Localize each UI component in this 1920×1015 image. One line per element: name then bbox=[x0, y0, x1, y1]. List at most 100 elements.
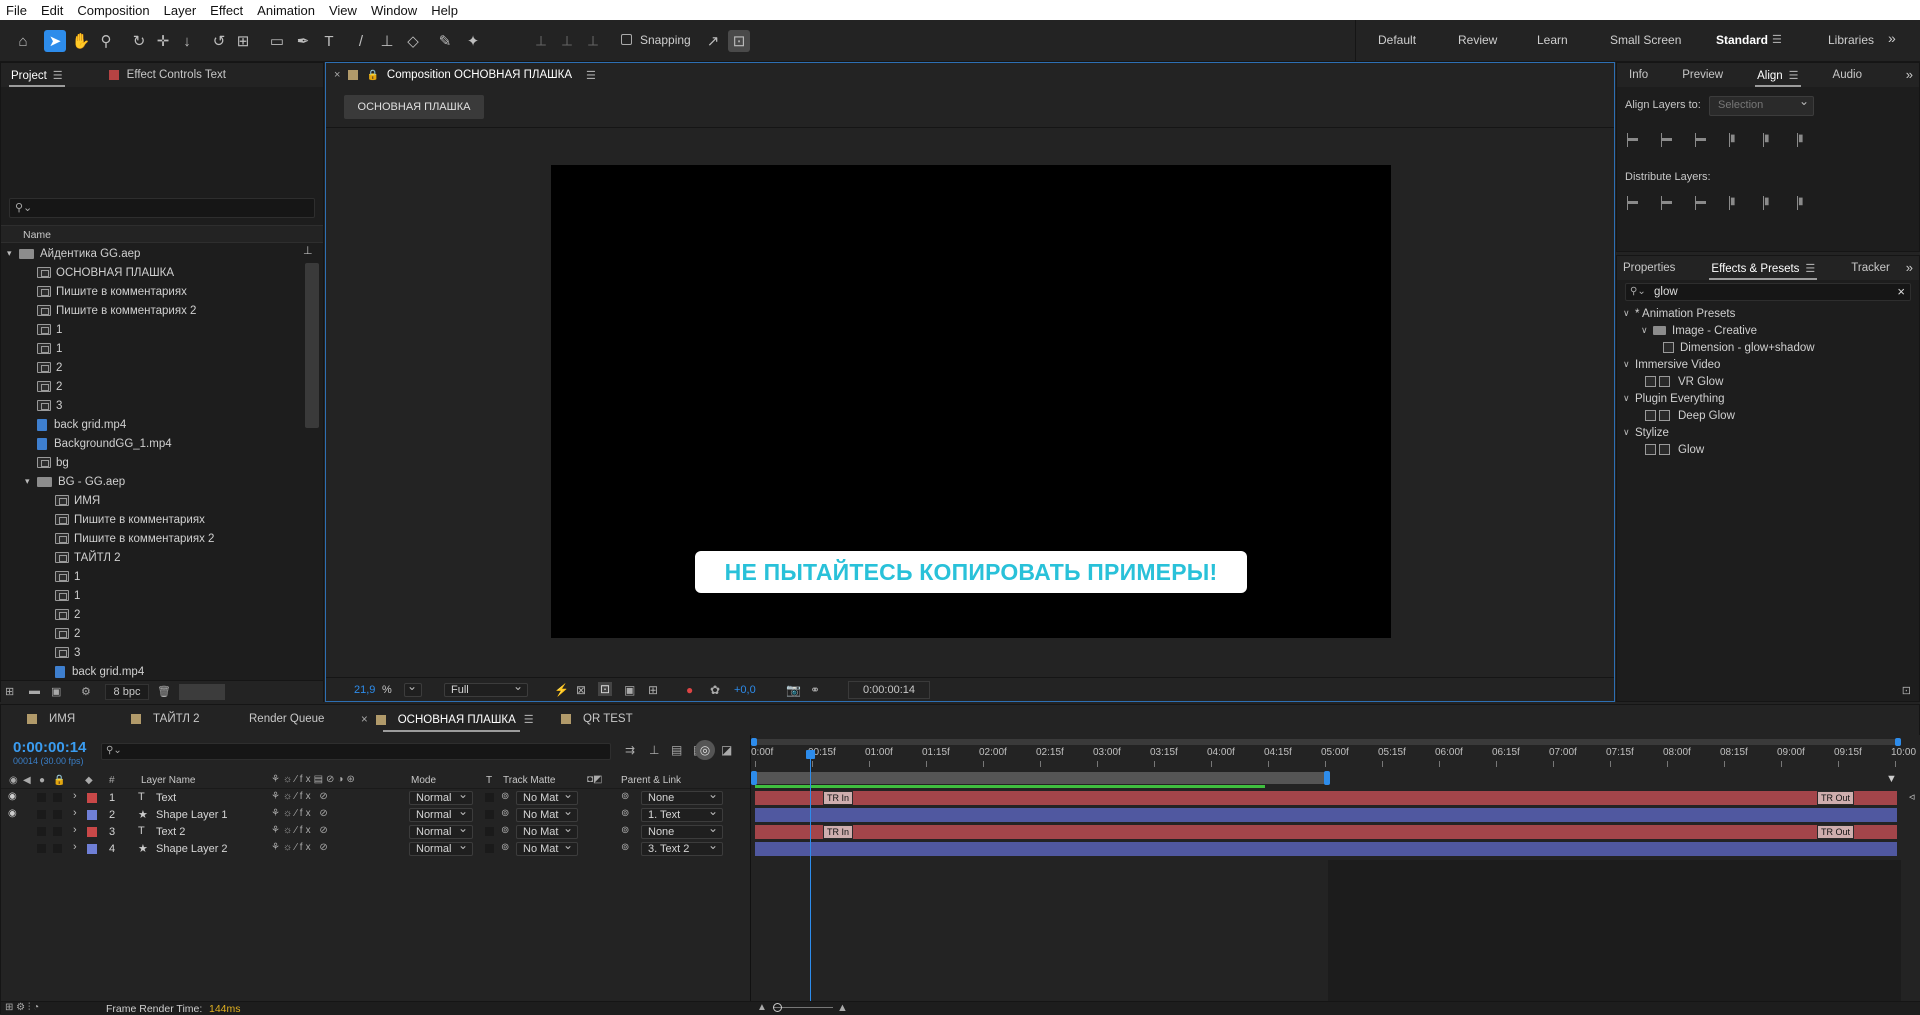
project-item[interactable]: 1 bbox=[1, 586, 301, 605]
project-item[interactable]: ОСНОВНАЯ ПЛАШКА bbox=[1, 263, 301, 282]
axis-world-icon[interactable]: ⟂ bbox=[556, 30, 578, 52]
menu-item-composition[interactable]: Composition bbox=[77, 3, 149, 18]
matte-link-icon[interactable]: ⊚ bbox=[501, 842, 509, 853]
time-navigator[interactable] bbox=[751, 738, 1901, 746]
expand-triangle-icon[interactable]: › bbox=[73, 807, 77, 819]
panel-menu-icon[interactable]: ☰ bbox=[586, 69, 596, 82]
align-top-icon[interactable]: ▮ bbox=[1729, 133, 1743, 147]
parent-dropdown[interactable]: None bbox=[641, 822, 723, 839]
distribute-left-icon[interactable]: ▮ bbox=[1729, 196, 1743, 210]
project-item[interactable]: ТАЙТЛ 2 bbox=[1, 548, 301, 567]
track-matte-dropdown[interactable]: No Mat bbox=[516, 805, 578, 822]
project-item[interactable]: Пишите в комментариях bbox=[1, 282, 301, 301]
project-scrollbar[interactable] bbox=[305, 263, 319, 428]
disclosure-triangle-icon[interactable]: ∨ bbox=[1623, 427, 1633, 438]
mode-dropdown[interactable]: Normal bbox=[409, 788, 473, 805]
layer-name[interactable]: Text 2 bbox=[156, 826, 185, 838]
rectangle-tool-icon[interactable]: ▭ bbox=[266, 30, 288, 52]
distribute-horizontal-center-icon[interactable]: ▮ bbox=[1763, 196, 1777, 210]
axis-local-icon[interactable]: ⟂ bbox=[530, 30, 552, 52]
zoom-dropdown[interactable] bbox=[404, 680, 422, 697]
new-folder-icon[interactable]: ▬ bbox=[29, 685, 40, 697]
project-item[interactable]: back grid.mp4 bbox=[1, 662, 301, 679]
parent-dropdown[interactable]: 1. Text bbox=[641, 805, 723, 822]
parent-dropdown[interactable]: 3. Text 2 bbox=[641, 839, 723, 856]
composition-canvas[interactable]: НЕ ПЫТАЙТЕСЬ КОПИРОВАТЬ ПРИМЕРЫ! bbox=[551, 165, 1391, 638]
workspace-menu-icon[interactable]: ☰ bbox=[1772, 33, 1782, 46]
workspace-default[interactable]: Default bbox=[1378, 33, 1416, 47]
eraser-tool-icon[interactable]: ◇ bbox=[402, 30, 424, 52]
tab-info[interactable]: Info bbox=[1619, 69, 1658, 81]
layer-switches[interactable]: ⚘☼∕fx ⊘ bbox=[271, 842, 331, 853]
lock-box[interactable] bbox=[53, 844, 62, 853]
project-item[interactable]: Пишите в комментариях 2 bbox=[1, 301, 301, 320]
track-matte-dropdown[interactable]: No Mat bbox=[516, 839, 578, 856]
puppet-tool-icon[interactable]: ✦ bbox=[462, 30, 484, 52]
project-item[interactable]: 1 bbox=[1, 339, 301, 358]
parent-pickwhip-icon[interactable]: ⊚ bbox=[621, 808, 629, 819]
pan-behind-tool-icon[interactable]: ⊞ bbox=[232, 30, 254, 52]
project-item[interactable]: ▾ BG - GG.aep bbox=[1, 472, 301, 491]
layer-duration-bar[interactable]: TR In TR Out bbox=[755, 791, 1897, 805]
menu-item-view[interactable]: View bbox=[329, 3, 357, 18]
show-snapshot-icon[interactable]: ⚭ bbox=[810, 683, 820, 697]
timeline-zoom-slider[interactable] bbox=[773, 1007, 833, 1008]
expand-triangle-icon[interactable]: › bbox=[73, 841, 77, 853]
workspace-libraries[interactable]: Libraries bbox=[1828, 33, 1874, 47]
effects-tree-item[interactable]: ∨ Plugin Everything bbox=[1617, 390, 1919, 407]
roto-brush-tool-icon[interactable]: ✎ bbox=[434, 30, 456, 52]
matte-link-icon[interactable]: ⊚ bbox=[501, 791, 509, 802]
effects-overflow-icon[interactable]: » bbox=[1906, 260, 1913, 275]
panel-menu-icon[interactable]: ☰ bbox=[1805, 263, 1815, 275]
layer-name[interactable]: Shape Layer 2 bbox=[156, 843, 228, 855]
clone-stamp-tool-icon[interactable]: ⊥ bbox=[376, 30, 398, 52]
comment-icon[interactable]: ◃ bbox=[1909, 790, 1915, 803]
align-horizontal-center-icon[interactable]: ▬ bbox=[1661, 133, 1675, 147]
preserve-transparency-box[interactable] bbox=[485, 810, 494, 819]
comp-end-marker[interactable]: ▼ bbox=[1886, 773, 1900, 787]
preserve-transparency-box[interactable] bbox=[485, 844, 494, 853]
effects-tree-item[interactable]: ∨ * Animation Presets bbox=[1617, 305, 1919, 322]
navigator-end-handle[interactable] bbox=[1895, 738, 1901, 746]
layer-name[interactable]: Shape Layer 1 bbox=[156, 809, 228, 821]
layer-name-column[interactable]: Layer Name bbox=[141, 775, 195, 786]
effects-tree-item[interactable]: VR Glow bbox=[1617, 373, 1919, 390]
distribute-right-icon[interactable]: ▮ bbox=[1797, 196, 1811, 210]
workspace-review[interactable]: Review bbox=[1458, 33, 1497, 47]
workspace-small-screen[interactable]: Small Screen bbox=[1610, 33, 1681, 47]
expand-triangle-icon[interactable]: › bbox=[73, 824, 77, 836]
effects-tree-item[interactable]: ∨ Immersive Video bbox=[1617, 356, 1919, 373]
project-item[interactable]: 2 bbox=[1, 377, 301, 396]
timeline-tab[interactable]: QR TEST bbox=[561, 713, 633, 725]
new-composition-icon[interactable]: ▣ bbox=[51, 685, 61, 698]
project-item[interactable]: ▾ Айдентика GG.aep bbox=[1, 244, 301, 263]
delete-icon[interactable]: 🗑 bbox=[157, 685, 171, 698]
home-icon[interactable]: ⌂ bbox=[12, 30, 34, 52]
graph-editor-icon[interactable]: ◪ bbox=[721, 743, 732, 757]
layer-label-color[interactable] bbox=[87, 844, 97, 854]
menu-item-effect[interactable]: Effect bbox=[210, 3, 243, 18]
project-item[interactable]: Пишите в комментариях bbox=[1, 510, 301, 529]
work-area-start[interactable] bbox=[751, 771, 757, 785]
solo-box[interactable] bbox=[37, 844, 46, 853]
track-matte-dropdown[interactable]: No Mat bbox=[516, 822, 578, 839]
dolly-tool-icon[interactable]: ↓ bbox=[176, 30, 198, 52]
zoom-out-icon[interactable]: ▲ bbox=[757, 1002, 767, 1013]
shy-layers-icon[interactable]: ▤ bbox=[671, 743, 682, 757]
snapping-checkbox[interactable] bbox=[621, 34, 632, 45]
composition-tab-label[interactable]: Composition ОСНОВНАЯ ПЛАШКА bbox=[387, 69, 572, 81]
snap-features-icon[interactable]: ⊡ bbox=[728, 30, 750, 52]
pan-tool-icon[interactable]: ✛ bbox=[152, 30, 174, 52]
visibility-eye-icon[interactable]: ◉ bbox=[8, 791, 17, 802]
effects-tree-item[interactable]: Deep Glow bbox=[1617, 407, 1919, 424]
disclosure-triangle-icon[interactable]: ∨ bbox=[1623, 393, 1633, 404]
timeline-search-input[interactable]: ⚲⌄ bbox=[101, 743, 611, 760]
channel-icon[interactable]: ● bbox=[686, 683, 693, 697]
motion-blur-icon[interactable]: ◎ bbox=[695, 740, 715, 760]
close-tab-icon[interactable]: × bbox=[361, 714, 368, 726]
align-left-icon[interactable]: ▬ bbox=[1627, 133, 1641, 147]
distribute-top-icon[interactable]: ▬ bbox=[1627, 196, 1641, 210]
parent-pickwhip-icon[interactable]: ⊚ bbox=[621, 791, 629, 802]
project-item[interactable]: bg bbox=[1, 453, 301, 472]
parent-pickwhip-icon[interactable]: ⊚ bbox=[621, 842, 629, 853]
